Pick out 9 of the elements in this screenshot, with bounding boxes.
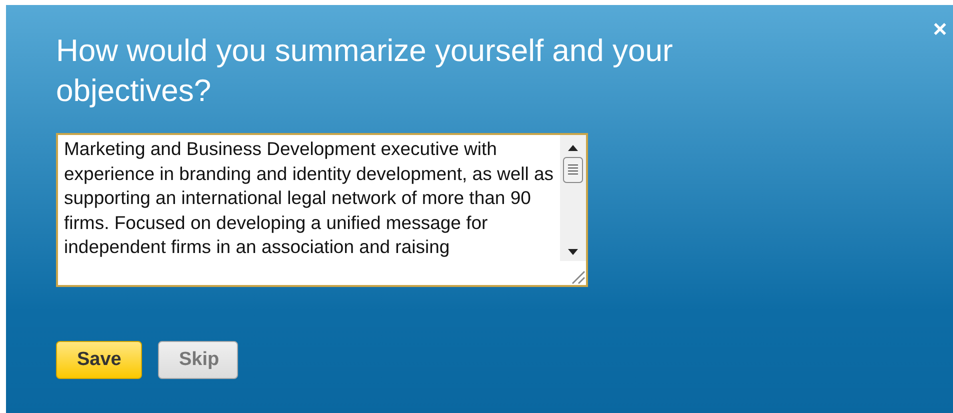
resize-grip-icon[interactable] (560, 261, 586, 285)
dialog-title: How would you summarize yourself and your objectives? (56, 32, 674, 110)
text-area[interactable]: Marketing and Business Development executive with experience in branding and identity development, as well as supporting an international legal network of more than 90 firms. Focused on developing a unified message for independent firms in an association and raising (56, 133, 588, 287)
scroll-up-icon[interactable] (568, 145, 578, 151)
scrollbar[interactable] (560, 135, 586, 285)
skip-button[interactable]: Skip (158, 341, 238, 379)
save-button[interactable]: Save (56, 341, 142, 379)
scroll-down-icon[interactable] (568, 249, 578, 255)
scroll-thumb[interactable] (563, 157, 583, 183)
